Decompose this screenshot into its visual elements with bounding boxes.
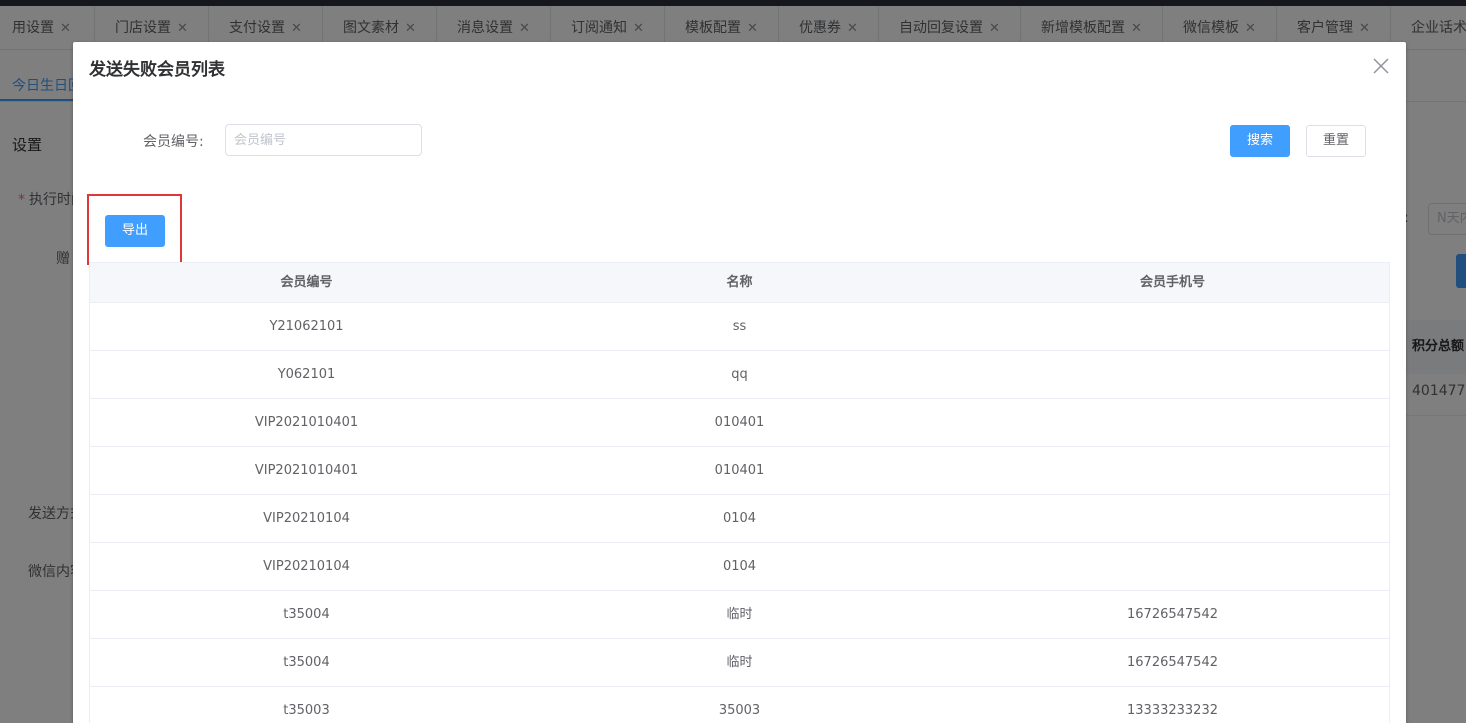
column-header-name: 名称	[726, 275, 753, 290]
cell-phone	[956, 543, 1389, 590]
cell-phone	[956, 495, 1389, 542]
cell-phone: 13333233232	[1127, 703, 1218, 718]
cell-name: 0104	[722, 511, 757, 526]
cell-member-id: VIP20210104	[263, 559, 350, 574]
cell-phone: 16726547542	[1127, 607, 1218, 622]
cell-name: 临时	[726, 607, 753, 622]
dialog-title: 发送失败会员列表	[89, 60, 225, 80]
table-header: 会员编号 名称 会员手机号	[90, 263, 1389, 303]
cell-name: 临时	[726, 655, 753, 670]
search-button[interactable]: 搜索	[1230, 125, 1290, 157]
cell-phone	[956, 351, 1389, 398]
cell-member-id: t35004	[283, 607, 330, 622]
cell-phone	[956, 303, 1389, 350]
members-table: 会员编号 名称 会员手机号 Y21062101 ss Y062101 qq VI…	[89, 262, 1390, 723]
table-row: VIP2021010401 010401	[90, 447, 1389, 495]
cell-member-id: t35004	[283, 655, 330, 670]
cell-member-id: Y21062101	[269, 319, 344, 334]
cell-phone: 16726547542	[1127, 655, 1218, 670]
cell-phone	[956, 447, 1389, 494]
table-row: t35003 35003 13333233232	[90, 687, 1389, 723]
cell-member-id: t35003	[283, 703, 330, 718]
reset-button[interactable]: 重置	[1306, 125, 1366, 157]
cell-member-id: Y062101	[277, 367, 336, 382]
member-id-input[interactable]	[225, 124, 422, 156]
export-button[interactable]: 导出	[105, 215, 165, 247]
cell-name: qq	[731, 367, 748, 382]
table-row: Y062101 qq	[90, 351, 1389, 399]
cell-name: 010401	[714, 463, 765, 478]
failed-members-dialog: 发送失败会员列表 会员编号: 搜索 重置 导出 会员编号 名称 会员手机号 Y2…	[73, 42, 1406, 723]
table-row: Y21062101 ss	[90, 303, 1389, 351]
table-row: VIP2021010401 010401	[90, 399, 1389, 447]
cell-member-id: VIP2021010401	[254, 463, 359, 478]
cell-phone	[956, 399, 1389, 446]
cell-name: ss	[732, 319, 747, 334]
cell-name: 35003	[718, 703, 761, 718]
cell-member-id: VIP2021010401	[254, 415, 359, 430]
table-row: t35004 临时 16726547542	[90, 639, 1389, 687]
cell-member-id: VIP20210104	[263, 511, 350, 526]
cell-name: 0104	[722, 559, 757, 574]
table-row: VIP20210104 0104	[90, 543, 1389, 591]
table-row: t35004 临时 16726547542	[90, 591, 1389, 639]
column-header-phone: 会员手机号	[1139, 275, 1205, 290]
table-row: VIP20210104 0104	[90, 495, 1389, 543]
cell-name: 010401	[714, 415, 765, 430]
member-id-label: 会员编号:	[143, 134, 204, 150]
close-icon[interactable]	[1369, 54, 1393, 78]
column-header-member-id: 会员编号	[280, 275, 333, 290]
